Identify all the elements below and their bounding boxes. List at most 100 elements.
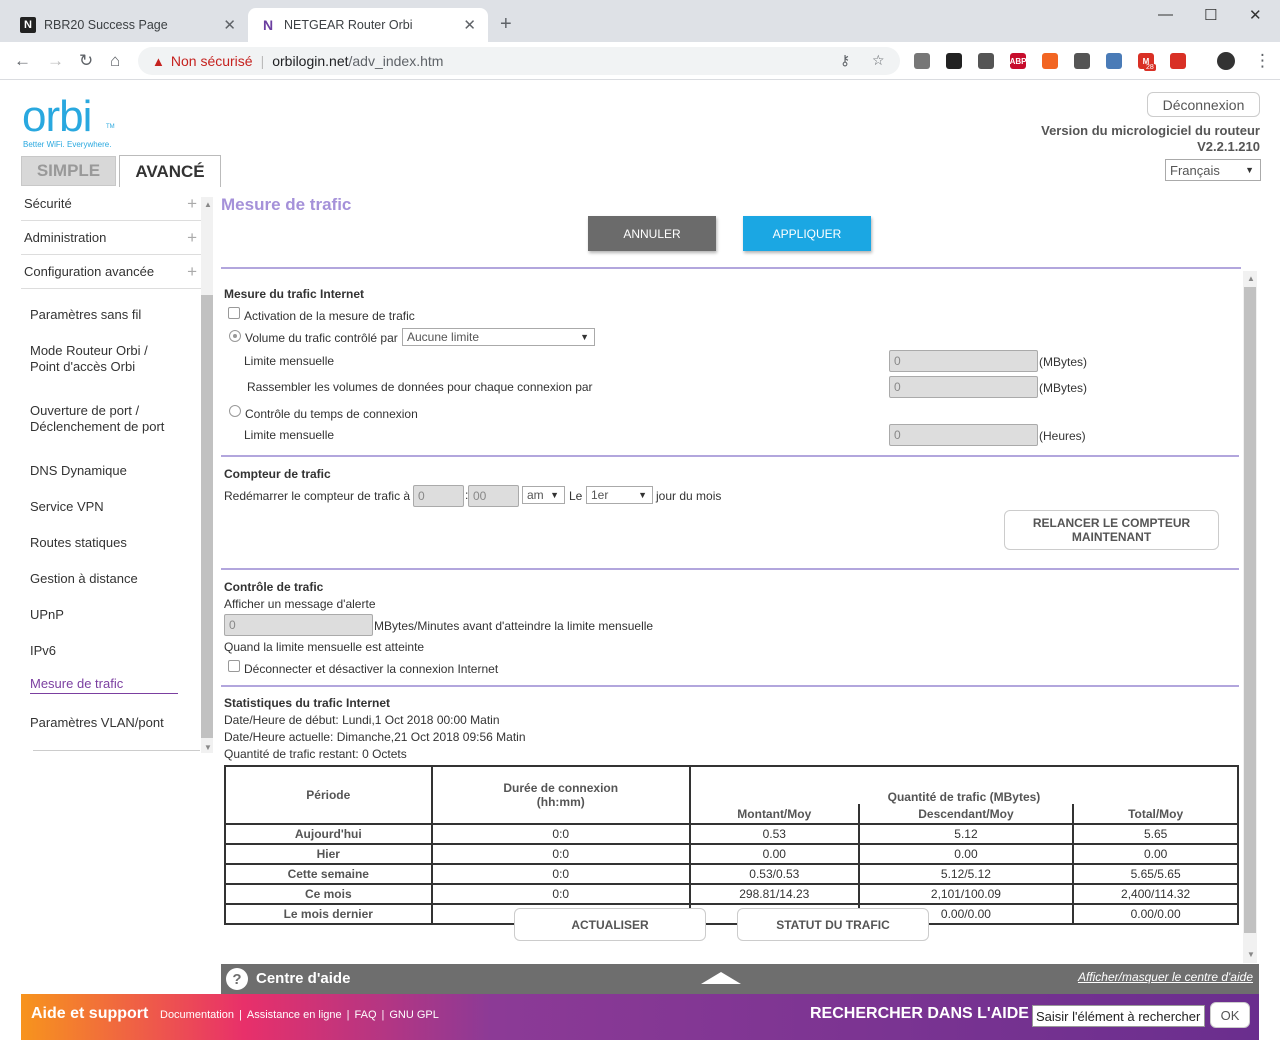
sidebar-item-vlan[interactable]: Paramètres VLAN/pont <box>30 715 164 731</box>
sidebar-item-upnp[interactable]: UPnP <box>30 607 64 623</box>
scroll-down-icon[interactable]: ▼ <box>1247 950 1255 959</box>
image-icon[interactable] <box>1106 53 1122 69</box>
footer-links: Documentation | Assistance en ligne | FA… <box>160 1009 439 1021</box>
sidebar-item-ipv6[interactable]: IPv6 <box>30 643 56 659</box>
footer-link-documentation[interactable]: Documentation <box>160 1009 234 1021</box>
volume-select[interactable]: Aucune limite ▼ <box>402 328 595 346</box>
time-radio[interactable] <box>229 405 241 417</box>
sidebar-category-configuration[interactable]: Configuration avancée + <box>21 255 201 289</box>
ampm-select[interactable]: am ▼ <box>522 486 565 504</box>
sidebar-item-label: Mode Routeur Orbi / <box>30 343 148 358</box>
minimize-icon[interactable]: — <box>1158 6 1173 23</box>
alert-input[interactable]: 0 <box>224 614 373 636</box>
traffic-stats-table: Période Durée de connexion (hh:mm) Quanti… <box>224 765 1240 925</box>
sidebar-item-vpn[interactable]: Service VPN <box>30 499 104 515</box>
footer-link-assistance[interactable]: Assistance en ligne <box>247 1009 342 1021</box>
sidebar-item-remote-management[interactable]: Gestion à distance <box>30 571 138 587</box>
help-center-bar[interactable]: ? Centre d'aide Afficher/masquer le cent… <box>221 964 1259 994</box>
day-select[interactable]: 1er ▼ <box>586 486 653 504</box>
section-divider <box>221 685 1239 687</box>
traffic-status-button[interactable]: STATUT DU TRAFIC <box>737 908 929 941</box>
search-ok-button[interactable]: OK <box>1210 1002 1250 1028</box>
firmware-info: Version du micrologiciel du routeur V2.2… <box>1041 123 1260 155</box>
scroll-up-icon[interactable]: ▲ <box>1247 274 1255 283</box>
monthly-limit-input[interactable]: 0 <box>889 350 1038 372</box>
tab-advanced[interactable]: AVANCÉ <box>119 155 221 187</box>
help-search-input[interactable]: Saisir l'élément à rechercher <box>1032 1005 1205 1027</box>
diamond-icon[interactable] <box>1042 53 1058 69</box>
home-icon[interactable]: ⌂ <box>110 51 120 71</box>
browser-tab-netgear[interactable]: N NETGEAR Router Orbi ✕ <box>248 8 488 42</box>
shield-icon[interactable] <box>1074 53 1090 69</box>
table-cell: 5.12/5.12 <box>857 863 1075 885</box>
scroll-up-icon[interactable]: ▲ <box>204 200 212 209</box>
adblock-icon[interactable]: ABP <box>1010 53 1026 69</box>
browser-tab-rbr20[interactable]: N RBR20 Success Page ✕ <box>8 8 248 42</box>
sidebar-item-ddns[interactable]: DNS Dynamique <box>30 463 127 479</box>
scroll-down-icon[interactable]: ▼ <box>204 743 212 752</box>
reload-icon[interactable]: ↻ <box>79 51 93 71</box>
col-quantity: Quantité de trafic (MBytes) <box>688 765 1240 804</box>
sidebar-divider <box>33 750 200 751</box>
footer-link-faq[interactable]: FAQ <box>355 1009 377 1021</box>
orbi-logo: orbi <box>22 92 92 141</box>
apply-button[interactable]: APPLIQUER <box>743 216 871 251</box>
help-toggle-link[interactable]: Afficher/masquer le centre d'aide <box>1078 970 1253 984</box>
chevron-down-icon: ▼ <box>638 490 647 500</box>
support-footer: Aide et support Documentation | Assistan… <box>21 994 1259 1040</box>
sidebar-item-static-routes[interactable]: Routes statiques <box>30 535 127 551</box>
table-header-row: Période Durée de connexion (hh:mm) Quanti… <box>224 765 1240 825</box>
plus-icon: + <box>187 261 197 281</box>
monthly-limit-label: Limite mensuelle <box>244 354 335 368</box>
sidebar-item-router-mode[interactable]: Mode Routeur Orbi / Point d'accès Orbi <box>30 343 148 375</box>
close-window-icon[interactable]: ✕ <box>1249 6 1262 24</box>
cart-icon[interactable] <box>1170 53 1186 69</box>
back-icon[interactable]: ← <box>14 51 31 71</box>
stats-now: Date/Heure actuelle: Dimanche,21 Oct 201… <box>224 730 526 744</box>
hour-input[interactable]: 0 <box>413 485 464 507</box>
reset-counter-button[interactable]: RELANCER LE COMPTEUR MAINTENANT <box>1004 510 1219 550</box>
enable-meter-checkbox[interactable] <box>228 307 240 319</box>
tab-simple[interactable]: SIMPLE <box>21 156 116 186</box>
language-select[interactable]: Français ▼ <box>1165 159 1261 181</box>
disconnect-checkbox[interactable] <box>228 660 240 672</box>
sidebar-item-traffic-meter[interactable]: Mesure de trafic <box>30 676 178 694</box>
new-tab-icon[interactable]: + <box>500 13 512 36</box>
col-duration-line1: Durée de connexion <box>503 781 619 795</box>
round-input[interactable]: 0 <box>889 376 1038 398</box>
logout-button[interactable]: Déconnexion <box>1147 92 1260 117</box>
link-separator: | <box>381 1009 385 1021</box>
sidebar-item-label: DNS Dynamique <box>30 463 127 478</box>
table-row: Cette semaine 0:0 0.53/0.53 5.12/5.12 5.65/5… <box>224 863 1239 885</box>
star-icon[interactable]: ☆ <box>872 52 885 69</box>
sidebar-category-securite[interactable]: Sécurité + <box>21 187 201 221</box>
footer-link-gpl[interactable]: GNU GPL <box>389 1009 439 1021</box>
menu-icon[interactable]: ⋮ <box>1254 51 1271 71</box>
minute-input[interactable]: 00 <box>468 485 519 507</box>
close-tab-icon[interactable]: ✕ <box>463 16 476 34</box>
profile-avatar[interactable] <box>1217 52 1235 70</box>
volume-radio[interactable] <box>229 330 241 342</box>
section-divider <box>221 267 1241 269</box>
close-tab-icon[interactable]: ✕ <box>223 16 236 34</box>
warning-icon: ▲ <box>152 53 165 69</box>
notification-badge: 28 <box>1144 64 1156 71</box>
cancel-button[interactable]: ANNULER <box>588 216 716 251</box>
forward-icon[interactable]: → <box>47 51 64 71</box>
sidebar-item-wireless[interactable]: Paramètres sans fil <box>30 307 141 323</box>
main-scrollbar-thumb[interactable] <box>1244 287 1256 933</box>
gear-icon[interactable] <box>978 53 994 69</box>
puzzle-icon[interactable] <box>914 53 930 69</box>
sidebar-item-label: Service VPN <box>30 499 104 514</box>
glasses-icon[interactable] <box>946 53 962 69</box>
time-limit-input[interactable]: 0 <box>889 424 1038 446</box>
sidebar-item-port-forwarding[interactable]: Ouverture de port / Déclenchement de port <box>30 403 164 435</box>
address-bar[interactable]: ▲ Non sécurisé | orbilogin.net /adv_inde… <box>138 47 900 75</box>
sidebar-category-administration[interactable]: Administration + <box>21 221 201 255</box>
expand-arrow-icon[interactable] <box>701 972 741 984</box>
refresh-button[interactable]: ACTUALISER <box>514 908 706 941</box>
sidebar-scrollbar-thumb[interactable] <box>201 295 213 738</box>
restart-label: Redémarrer le compteur de trafic à <box>224 489 411 503</box>
maximize-icon[interactable]: ☐ <box>1204 6 1217 24</box>
key-icon[interactable]: ⚷ <box>840 52 850 69</box>
